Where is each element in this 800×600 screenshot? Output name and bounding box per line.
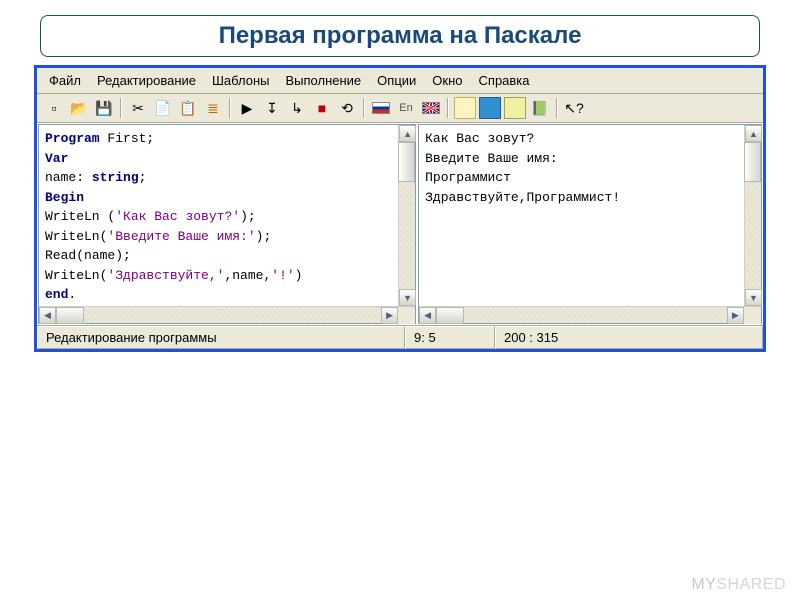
status-cursor-pos: 9: 5: [405, 326, 495, 349]
open-file-icon[interactable]: 📂: [68, 97, 90, 119]
title-box: Первая программа на Паскале: [40, 15, 760, 57]
toolbar: ▫ 📂 💾 ✂ 📄 📋 ≣ ▶ ↧ ↳ ■ ⟲ En 📗 ↖?: [37, 94, 763, 123]
slide: Первая программа на Паскале Файл Редакти…: [0, 0, 800, 600]
scroll-track-h[interactable]: [84, 307, 381, 323]
scroll-thumb[interactable]: [744, 142, 761, 182]
scroll-down-icon[interactable]: ▼: [745, 289, 762, 306]
scroll-up-icon[interactable]: ▲: [745, 125, 762, 142]
new-file-icon[interactable]: ▫: [43, 97, 65, 119]
ide-window: Файл Редактирование Шаблоны Выполнение О…: [34, 65, 766, 352]
scroll-right-icon[interactable]: ▶: [727, 307, 744, 324]
run-icon[interactable]: ▶: [236, 97, 258, 119]
lang-ru-icon[interactable]: [370, 97, 392, 119]
window3-icon[interactable]: [504, 97, 526, 119]
scroll-thumb-h[interactable]: [436, 307, 464, 324]
format-icon[interactable]: ≣: [202, 97, 224, 119]
reset-icon[interactable]: ⟲: [336, 97, 358, 119]
trace-icon[interactable]: ↳: [286, 97, 308, 119]
copy-icon[interactable]: 📄: [152, 97, 174, 119]
scroll-track-h[interactable]: [464, 307, 727, 323]
toolbar-separator: [120, 98, 122, 118]
scroll-left-icon[interactable]: ◀: [39, 307, 56, 324]
status-extra: 200 : 315: [495, 326, 763, 349]
menu-window[interactable]: Окно: [426, 71, 468, 90]
horizontal-scrollbar[interactable]: ◀ ▶: [419, 306, 761, 323]
menu-file[interactable]: Файл: [43, 71, 87, 90]
menu-templates[interactable]: Шаблоны: [206, 71, 276, 90]
scroll-thumb[interactable]: [398, 142, 415, 182]
vertical-scrollbar[interactable]: ▲ ▼: [744, 125, 761, 306]
vertical-scrollbar[interactable]: ▲ ▼: [398, 125, 415, 306]
window1-icon[interactable]: [454, 97, 476, 119]
toolbar-separator: [363, 98, 365, 118]
statusbar: Редактирование программы 9: 5 200 : 315: [37, 325, 763, 349]
menu-options[interactable]: Опции: [371, 71, 422, 90]
editor-panes: Program First; Var name: string; Begin W…: [37, 123, 763, 325]
toolbar-separator: [556, 98, 558, 118]
output-pane[interactable]: Как Вас зовут? Введите Ваше имя: Програм…: [418, 124, 762, 324]
toolbar-separator: [447, 98, 449, 118]
scroll-down-icon[interactable]: ▼: [399, 289, 416, 306]
help-cursor-icon[interactable]: ↖?: [563, 97, 585, 119]
save-file-icon[interactable]: 💾: [93, 97, 115, 119]
slide-title: Первая программа на Паскале: [61, 22, 739, 50]
menubar: Файл Редактирование Шаблоны Выполнение О…: [37, 68, 763, 94]
book-icon[interactable]: 📗: [529, 97, 551, 119]
scroll-thumb-h[interactable]: [56, 307, 84, 324]
code-text[interactable]: Program First; Var name: string; Begin W…: [39, 125, 415, 306]
stop-icon[interactable]: ■: [311, 97, 333, 119]
window2-icon[interactable]: [479, 97, 501, 119]
lang-uk-icon[interactable]: [420, 97, 442, 119]
menu-run[interactable]: Выполнение: [280, 71, 368, 90]
watermark: MYSHARED: [691, 576, 786, 594]
lang-en-label[interactable]: En: [395, 97, 417, 119]
scroll-corner: [398, 307, 415, 324]
cut-icon[interactable]: ✂: [127, 97, 149, 119]
step-icon[interactable]: ↧: [261, 97, 283, 119]
toolbar-separator: [229, 98, 231, 118]
status-mode: Редактирование программы: [37, 326, 405, 349]
paste-icon[interactable]: 📋: [177, 97, 199, 119]
menu-help[interactable]: Справка: [473, 71, 536, 90]
scroll-corner: [744, 307, 761, 324]
scroll-up-icon[interactable]: ▲: [399, 125, 416, 142]
scroll-right-icon[interactable]: ▶: [381, 307, 398, 324]
scroll-left-icon[interactable]: ◀: [419, 307, 436, 324]
menu-edit[interactable]: Редактирование: [91, 71, 202, 90]
output-text: Как Вас зовут? Введите Ваше имя: Програм…: [419, 125, 761, 306]
code-editor-pane[interactable]: Program First; Var name: string; Begin W…: [38, 124, 416, 324]
horizontal-scrollbar[interactable]: ◀ ▶: [39, 306, 415, 323]
